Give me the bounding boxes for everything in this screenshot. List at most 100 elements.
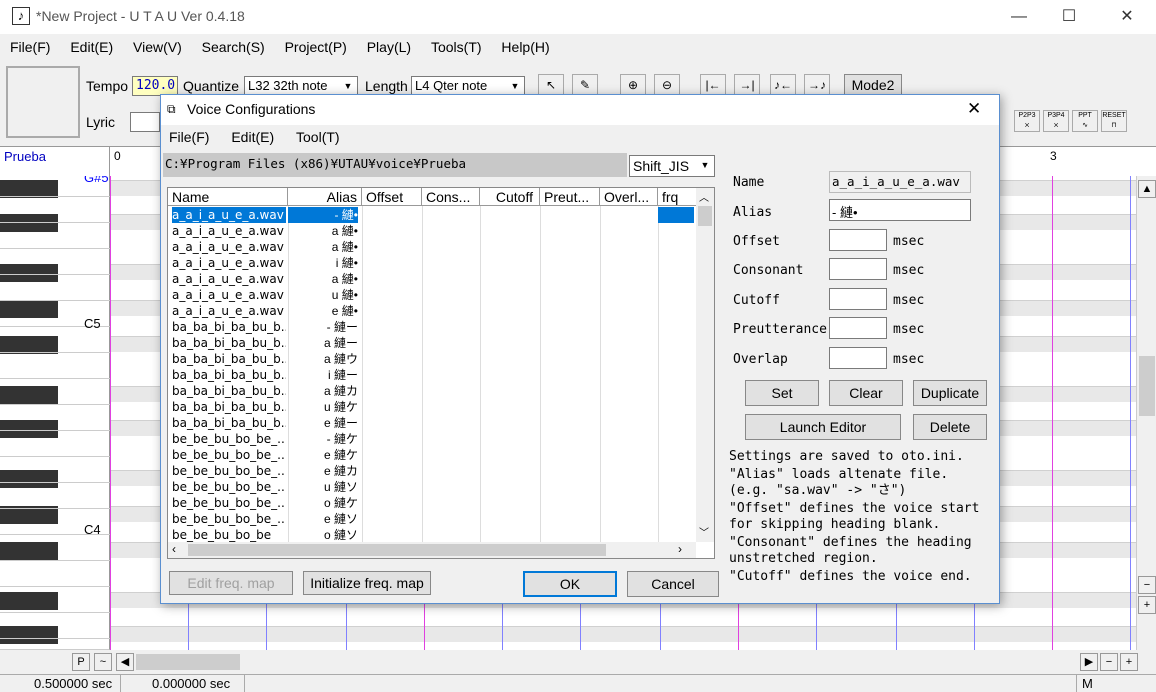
menu-project[interactable]: Project(P) <box>275 36 353 55</box>
column-preutterance[interactable]: Preut... <box>540 188 600 206</box>
length-select[interactable]: L4 Qter note ▼ <box>411 76 525 96</box>
zoom-vertical-out-button[interactable]: − <box>1138 576 1156 594</box>
table-row[interactable]: a_a_i_a_u_e_a.wav a 縺• <box>168 271 698 287</box>
table-row[interactable]: a_a_i_a_u_e_a.wav e 縺• <box>168 303 698 319</box>
chevron-up-icon[interactable]: ︿ <box>699 189 709 204</box>
black-key-lane[interactable] <box>110 626 1136 642</box>
go-start-button[interactable]: |← <box>700 74 726 96</box>
overlap-input[interactable] <box>829 347 887 369</box>
dialog-close-button[interactable]: ✕ <box>967 99 981 119</box>
black-key[interactable] <box>0 592 58 610</box>
launch-editor-button[interactable]: Launch Editor <box>745 414 901 440</box>
scroll-left-button[interactable]: ◀ <box>116 653 134 671</box>
minimize-button[interactable]: — <box>996 0 1042 34</box>
set-button[interactable]: Set <box>745 380 819 406</box>
menu-tools[interactable]: Tools(T) <box>421 36 488 55</box>
scroll-right-button[interactable]: ▶ <box>1080 653 1098 671</box>
table-row[interactable]: be_be_bu_bo_be_... e 縺ソ <box>168 511 698 527</box>
column-cutoff[interactable]: Cutoff <box>480 188 540 206</box>
menu-edit[interactable]: Edit(E) <box>60 36 119 55</box>
menu-view[interactable]: View(V) <box>123 36 188 55</box>
zoom-horizontal-in-button[interactable]: + <box>1120 653 1138 671</box>
dialog-menu-tool[interactable]: Tool(T) <box>296 129 358 145</box>
split-button[interactable]: ♪← <box>770 74 796 96</box>
menu-play[interactable]: Play(L) <box>357 36 417 55</box>
preutterance-input[interactable] <box>829 317 887 339</box>
merge-button[interactable]: →♪ <box>804 74 830 96</box>
black-key[interactable] <box>0 386 58 404</box>
envelope-reset-button[interactable]: RESET ⊓ <box>1101 110 1127 132</box>
pointer-tool-button[interactable]: ↖ <box>538 74 564 96</box>
table-row[interactable]: ba_ba_bi_ba_bu_b... i 縺ー <box>168 367 698 383</box>
column-frq[interactable]: frq <box>658 188 698 206</box>
consonant-input[interactable] <box>829 258 887 280</box>
table-row[interactable]: ba_ba_bi_ba_bu_b... a 縺ウ <box>168 351 698 367</box>
column-consonant[interactable]: Cons... <box>422 188 480 206</box>
grid-vertical-scrollbar[interactable]: ︿ ﹀ <box>696 188 714 542</box>
pitch-toggle-button[interactable]: P <box>72 653 90 671</box>
table-row[interactable]: be_be_bu_bo_be_... o 縺ケ <box>168 495 698 511</box>
vibrato-toggle-button[interactable]: ~ <box>94 653 112 671</box>
black-key[interactable] <box>0 626 58 644</box>
delete-button[interactable]: Delete <box>913 414 987 440</box>
column-offset[interactable]: Offset <box>362 188 422 206</box>
zoom-horizontal-out-button[interactable]: − <box>1100 653 1118 671</box>
zoom-out-button[interactable]: ⊖ <box>654 74 680 96</box>
quantize-select[interactable]: L32 32th note ▼ <box>244 76 358 96</box>
table-row[interactable]: a_a_i_a_u_e_a.wav a 縺• <box>168 223 698 239</box>
envelope-ppt-button[interactable]: PPT ∿ <box>1072 110 1098 132</box>
table-row[interactable]: ba_ba_bi_ba_bu_b... a 縺カ <box>168 383 698 399</box>
black-key[interactable] <box>0 542 58 560</box>
column-name[interactable]: Name <box>168 188 288 206</box>
chevron-left-icon[interactable]: ‹ <box>172 542 176 556</box>
edit-freq-map-button[interactable]: Edit freq. map <box>169 571 293 595</box>
black-key[interactable] <box>0 470 58 488</box>
dialog-menu-edit[interactable]: Edit(E) <box>231 129 292 145</box>
duplicate-button[interactable]: Duplicate <box>913 380 987 406</box>
menu-file[interactable]: File(F) <box>0 36 56 55</box>
encoding-select[interactable]: Shift_JIS ▼ <box>629 155 715 177</box>
table-row[interactable]: a_a_i_a_u_e_a.wav i 縺• <box>168 255 698 271</box>
zoom-in-button[interactable]: ⊕ <box>620 74 646 96</box>
table-row[interactable]: ba_ba_bi_ba_bu_b... e 縺ー <box>168 415 698 431</box>
black-key[interactable] <box>0 214 58 232</box>
pencil-tool-button[interactable]: ✎ <box>572 74 598 96</box>
maximize-button[interactable]: ☐ <box>1046 0 1092 34</box>
oto-grid[interactable]: Name Alias Offset Cons... Cutoff Preut..… <box>167 187 715 559</box>
mode-button[interactable]: Mode2 <box>844 74 902 96</box>
offset-input[interactable] <box>829 229 887 251</box>
envelope-p2p3-button[interactable]: P2P3 ⨯ <box>1014 110 1040 132</box>
table-row[interactable]: ba_ba_bi_ba_bu_b... u 縺ケ <box>168 399 698 415</box>
roll-horizontal-scrollbar[interactable]: P ~ ◀ ▶ − + <box>0 652 1156 672</box>
grid-horizontal-scrollbar[interactable]: ‹ › <box>168 542 696 558</box>
envelope-p3p4-button[interactable]: P3P4 ⨯ <box>1043 110 1069 132</box>
table-row[interactable]: a_a_i_a_u_e_a.wav a 縺• <box>168 239 698 255</box>
table-row[interactable]: be_be_bu_bo_be_... u 縺ソ <box>168 479 698 495</box>
grid-hscroll-thumb[interactable] <box>188 544 606 556</box>
dialog-menu-file[interactable]: File(F) <box>169 129 227 145</box>
cancel-button[interactable]: Cancel <box>627 571 719 597</box>
scroll-up-button[interactable]: ▲ <box>1138 180 1156 198</box>
close-button[interactable]: ✕ <box>1104 0 1150 34</box>
tempo-input[interactable]: 120.0 <box>132 76 178 96</box>
table-row[interactable]: be_be_bu_bo_be_... - 縺ケ <box>168 431 698 447</box>
clear-button[interactable]: Clear <box>829 380 903 406</box>
cutoff-input[interactable] <box>829 288 887 310</box>
go-end-button[interactable]: →| <box>734 74 760 96</box>
lyric-input[interactable] <box>130 112 160 132</box>
scroll-thumb[interactable] <box>1139 356 1155 416</box>
table-row[interactable]: be_be_bu_bo_be o 縺ソ <box>168 527 698 543</box>
table-row[interactable]: ba_ba_bi_ba_bu_b... - 縺ー <box>168 319 698 335</box>
table-row[interactable]: be_be_bu_bo_be_... e 縺カ <box>168 463 698 479</box>
alias-input[interactable]: - 縺• <box>829 199 971 221</box>
black-key[interactable] <box>0 300 58 318</box>
initialize-freq-map-button[interactable]: Initialize freq. map <box>303 571 431 595</box>
black-key[interactable] <box>0 420 58 438</box>
grid-scroll-thumb[interactable] <box>698 206 712 226</box>
column-overlap[interactable]: Overl... <box>600 188 658 206</box>
black-key[interactable] <box>0 264 58 282</box>
menu-help[interactable]: Help(H) <box>491 36 555 55</box>
menu-search[interactable]: Search(S) <box>192 36 271 55</box>
table-row[interactable]: a_a_i_a_u_e_a.wav - 縺• <box>168 207 698 223</box>
hscroll-thumb[interactable] <box>136 654 240 670</box>
